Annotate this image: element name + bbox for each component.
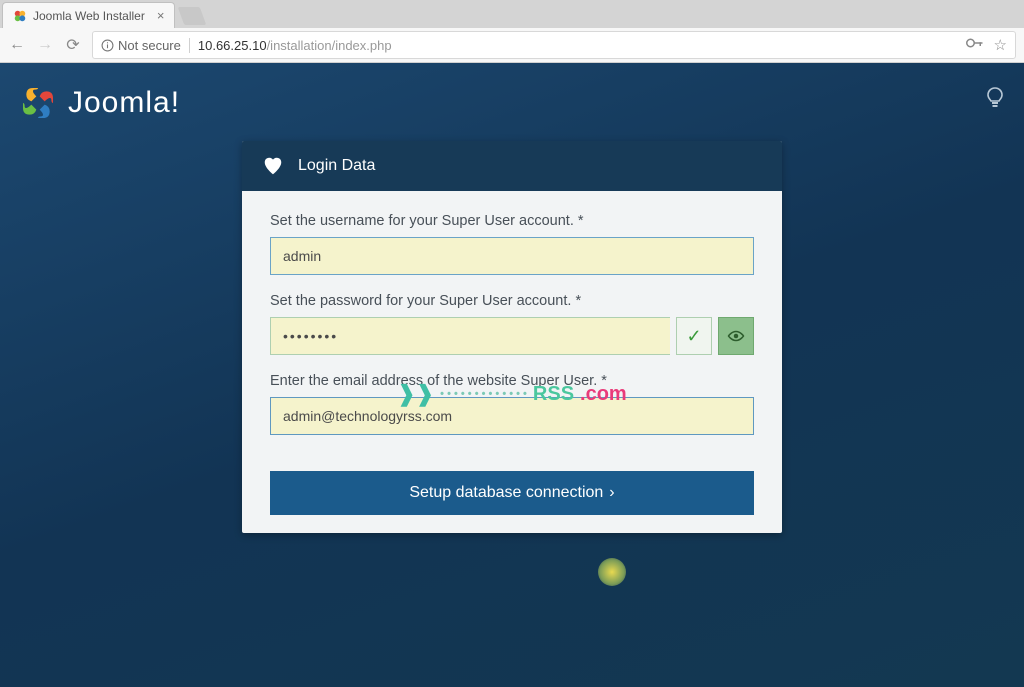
reload-icon[interactable]: ⟳ [64, 35, 82, 55]
login-card: Login Data Set the username for your Sup… [242, 141, 782, 533]
password-label: Set the password for your Super User acc… [270, 293, 754, 309]
check-icon: ✓ [676, 317, 712, 355]
key-icon[interactable] [966, 36, 984, 50]
password-input[interactable] [270, 317, 670, 355]
new-tab-button[interactable] [178, 7, 207, 25]
logo-text: Joomla! [68, 86, 180, 120]
star-icon[interactable]: ☆ [994, 36, 1007, 54]
joomla-mark-icon [18, 83, 58, 123]
email-input[interactable] [270, 397, 754, 435]
chevron-right-icon: › [609, 484, 614, 502]
card-header: Login Data [242, 141, 782, 191]
forward-icon[interactable]: → [36, 36, 54, 54]
tab-title: Joomla Web Installer [33, 9, 145, 23]
setup-button-label: Setup database connection [409, 484, 603, 502]
browser-tab[interactable]: Joomla Web Installer × [2, 2, 175, 28]
card-title: Login Data [298, 157, 375, 175]
joomla-logo: Joomla! [18, 83, 180, 123]
eye-icon[interactable] [718, 317, 754, 355]
page-body: Joomla! Login Data Set the username for … [0, 63, 1024, 687]
joomla-favicon-icon [13, 9, 27, 23]
tab-bar: Joomla Web Installer × [0, 0, 1024, 28]
setup-database-button[interactable]: Setup database connection › [270, 471, 754, 515]
username-label: Set the username for your Super User acc… [270, 213, 754, 229]
username-input[interactable] [270, 237, 754, 275]
email-label: Enter the email address of the website S… [270, 373, 754, 389]
password-row: ✓ [270, 317, 754, 355]
lightbulb-icon[interactable] [986, 87, 1004, 115]
heart-icon [262, 155, 284, 177]
close-icon[interactable]: × [157, 8, 165, 23]
info-icon [101, 39, 114, 52]
card-body: Set the username for your Super User acc… [242, 191, 782, 533]
nav-bar: ← → ⟳ Not secure 10.66.25.10/installatio… [0, 28, 1024, 62]
url-bar[interactable]: Not secure 10.66.25.10/installation/inde… [92, 31, 1016, 59]
browser-chrome: Joomla Web Installer × ← → ⟳ Not secure … [0, 0, 1024, 63]
url-text: 10.66.25.10/installation/index.php [198, 38, 392, 53]
back-icon[interactable]: ← [8, 36, 26, 54]
security-status: Not secure [101, 38, 190, 53]
